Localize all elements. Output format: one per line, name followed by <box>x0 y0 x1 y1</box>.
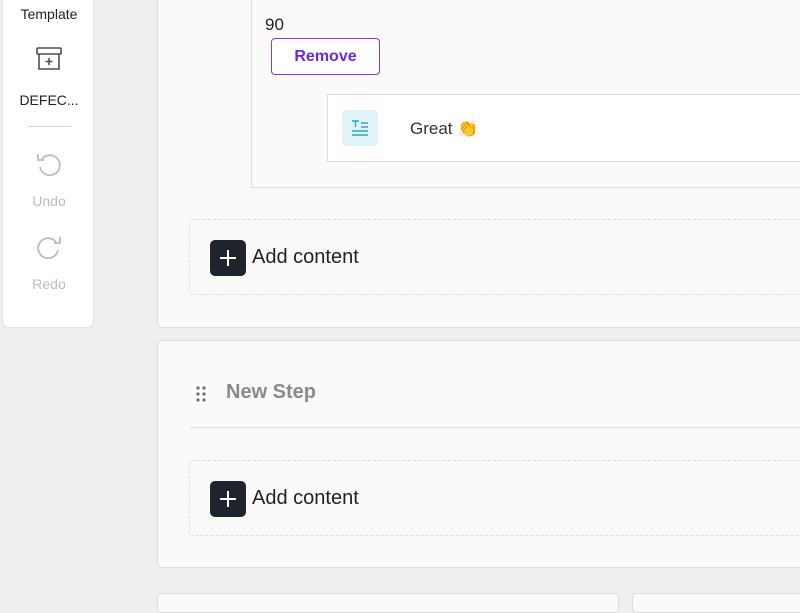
step-add-content-area[interactable]: Add content <box>189 460 800 536</box>
redo-icon[interactable] <box>35 233 63 261</box>
next-card-left <box>157 593 619 613</box>
redo-label[interactable]: Redo <box>3 276 95 292</box>
step-add-content-button[interactable] <box>210 481 246 517</box>
text-block-icon <box>342 110 378 146</box>
add-content-area[interactable]: Add content <box>189 219 800 295</box>
next-card-right <box>632 593 800 613</box>
drag-handle-icon[interactable] <box>195 385 207 403</box>
defect-label[interactable]: DEFEC... <box>3 92 95 108</box>
step-add-content-label[interactable]: Add content <box>252 487 359 510</box>
answer-score: 90 <box>265 15 284 34</box>
add-content-button[interactable] <box>210 240 246 276</box>
sidebar-divider <box>27 126 71 127</box>
editor-sidebar: Template DEFEC... Undo Redo <box>2 0 94 328</box>
archive-icon[interactable] <box>35 45 63 73</box>
answer-option[interactable]: Great 👏 <box>327 94 800 162</box>
step-divider <box>190 427 800 428</box>
step-title[interactable]: New Step <box>226 381 316 404</box>
undo-icon[interactable] <box>35 150 63 178</box>
undo-label[interactable]: Undo <box>3 193 95 209</box>
remove-button[interactable]: Remove <box>271 38 380 75</box>
template-label[interactable]: Template <box>3 6 95 22</box>
answer-text: Great 👏 <box>410 119 479 138</box>
add-content-label[interactable]: Add content <box>252 246 359 269</box>
